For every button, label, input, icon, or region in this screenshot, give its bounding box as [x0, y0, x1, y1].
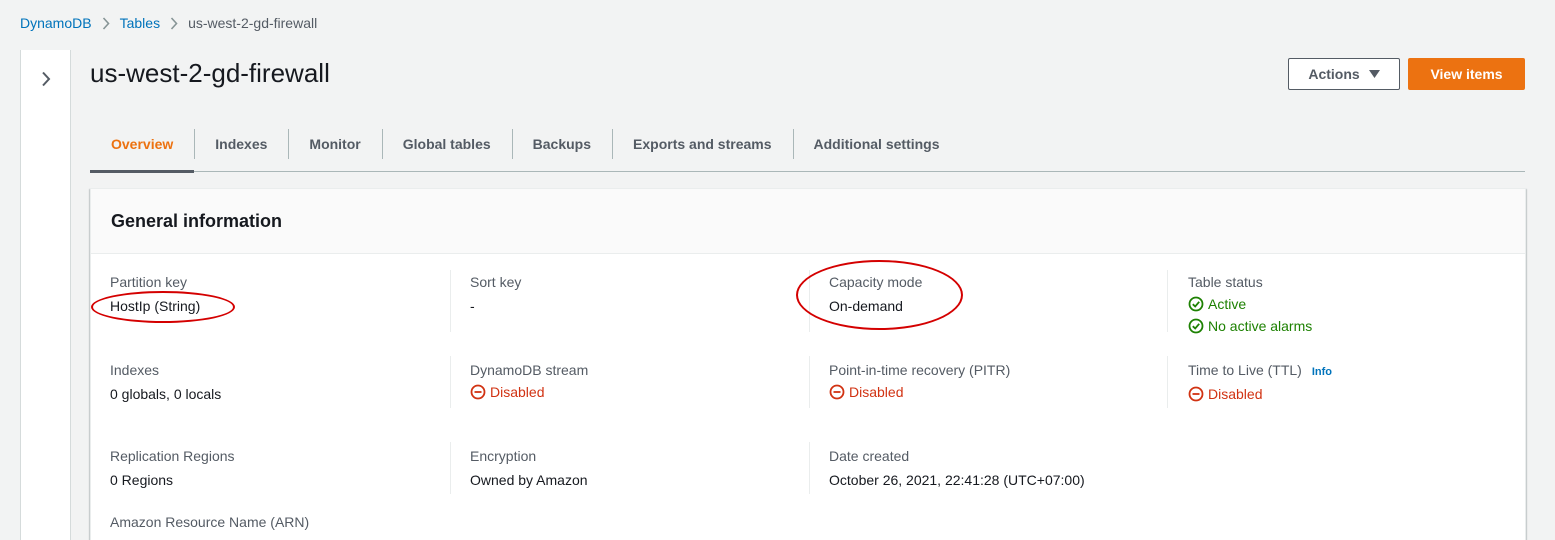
general-information-panel: General information Partition key HostIp…	[90, 188, 1526, 540]
pitr-status-text: Disabled	[849, 384, 904, 400]
encryption-label: Encryption	[470, 448, 537, 464]
tab-monitor[interactable]: Monitor	[288, 125, 381, 163]
caret-down-icon	[1368, 69, 1380, 78]
ttl-status-text: Disabled	[1208, 386, 1263, 402]
expand-panel-button[interactable]	[35, 68, 57, 90]
panel-title: General information	[111, 210, 283, 231]
breadcrumb-tables[interactable]: Tables	[120, 15, 160, 31]
status-active-text: Active	[1208, 296, 1247, 312]
chevron-right-icon	[92, 16, 120, 30]
column-divider	[1167, 356, 1168, 408]
ttl-status: Disabled	[1188, 385, 1332, 403]
actions-button[interactable]: Actions	[1288, 58, 1400, 90]
table-status-label: Table status	[1188, 274, 1263, 290]
status-active: Active	[1188, 295, 1312, 313]
date-created-value: October 26, 2021, 22:41:28 (UTC+07:00)	[829, 472, 1085, 488]
partition-key-value: HostIp (String)	[110, 298, 201, 314]
page-title: us-west-2-gd-firewall	[90, 58, 330, 88]
breadcrumb-current: us-west-2-gd-firewall	[188, 15, 318, 31]
table-status-field: Table status Active No active alarms	[1188, 273, 1312, 335]
view-items-button[interactable]: View items	[1408, 58, 1525, 90]
indexes-value: 0 globals, 0 locals	[110, 386, 222, 402]
tab-additional-settings[interactable]: Additional settings	[792, 125, 961, 163]
column-divider	[809, 356, 810, 408]
tab-overview[interactable]: Overview	[90, 125, 195, 173]
check-circle-icon	[1188, 296, 1204, 312]
pitr-label: Point-in-time recovery (PITR)	[829, 362, 1011, 378]
ttl-info-link[interactable]: Info	[1312, 366, 1332, 378]
panel-header: General information	[91, 189, 1525, 254]
dynamodb-stream-label: DynamoDB stream	[470, 362, 589, 378]
alarms-status-text: No active alarms	[1208, 318, 1313, 334]
alarms-status: No active alarms	[1188, 317, 1312, 335]
column-divider	[809, 442, 810, 494]
partition-key-label: Partition key	[110, 274, 188, 290]
indexes-field: Indexes 0 globals, 0 locals	[110, 361, 221, 403]
column-divider	[809, 270, 810, 332]
chevron-right-icon	[42, 71, 51, 87]
sort-key-label: Sort key	[470, 274, 522, 290]
arn-field: Amazon Resource Name (ARN)	[110, 513, 309, 531]
arn-label: Amazon Resource Name (ARN)	[110, 514, 310, 530]
replication-regions-label: Replication Regions	[110, 448, 235, 464]
pitr-field: Point-in-time recovery (PITR) Disabled	[829, 361, 1010, 401]
ttl-label: Time to Live (TTL)	[1188, 362, 1302, 378]
pitr-status: Disabled	[829, 383, 1010, 401]
sort-key-value: -	[470, 298, 475, 314]
capacity-mode-label: Capacity mode	[829, 274, 923, 290]
tab-backups[interactable]: Backups	[511, 125, 612, 163]
breadcrumb: DynamoDB Tables us-west-2-gd-firewall	[20, 15, 317, 31]
dynamodb-stream-field: DynamoDB stream Disabled	[470, 361, 588, 401]
partition-key-field: Partition key HostIp (String)	[110, 273, 200, 315]
side-panel	[20, 50, 71, 540]
column-divider	[450, 442, 451, 494]
tab-global-tables[interactable]: Global tables	[381, 125, 512, 163]
stream-status-text: Disabled	[490, 384, 545, 400]
tab-bar: Overview Indexes Monitor Global tables B…	[90, 124, 1525, 173]
tab-exports-and-streams[interactable]: Exports and streams	[612, 125, 793, 163]
capacity-mode-value: On-demand	[829, 298, 903, 314]
date-created-label: Date created	[829, 448, 910, 464]
ttl-field: Time to Live (TTL) Info Disabled	[1188, 361, 1332, 403]
date-created-field: Date created October 26, 2021, 22:41:28 …	[829, 447, 1085, 489]
column-divider	[1167, 270, 1168, 332]
check-circle-icon	[1188, 318, 1204, 334]
ttl-label-row: Time to Live (TTL) Info	[1188, 361, 1332, 381]
column-divider	[450, 356, 451, 408]
disabled-icon	[1188, 386, 1204, 402]
encryption-field: Encryption Owned by Amazon	[470, 447, 588, 489]
indexes-label: Indexes	[110, 362, 160, 378]
tab-indexes[interactable]: Indexes	[194, 125, 288, 163]
capacity-mode-field: Capacity mode On-demand	[829, 273, 922, 315]
stream-status: Disabled	[470, 383, 588, 401]
sort-key-field: Sort key -	[470, 273, 521, 315]
disabled-icon	[470, 384, 486, 400]
column-divider	[450, 270, 451, 332]
actions-button-label: Actions	[1308, 66, 1360, 82]
chevron-right-icon	[160, 16, 188, 30]
replication-regions-field: Replication Regions 0 Regions	[110, 447, 235, 489]
breadcrumb-dynamodb[interactable]: DynamoDB	[20, 15, 92, 31]
disabled-icon	[829, 384, 845, 400]
encryption-value: Owned by Amazon	[470, 472, 588, 488]
replication-regions-value: 0 Regions	[110, 472, 174, 488]
